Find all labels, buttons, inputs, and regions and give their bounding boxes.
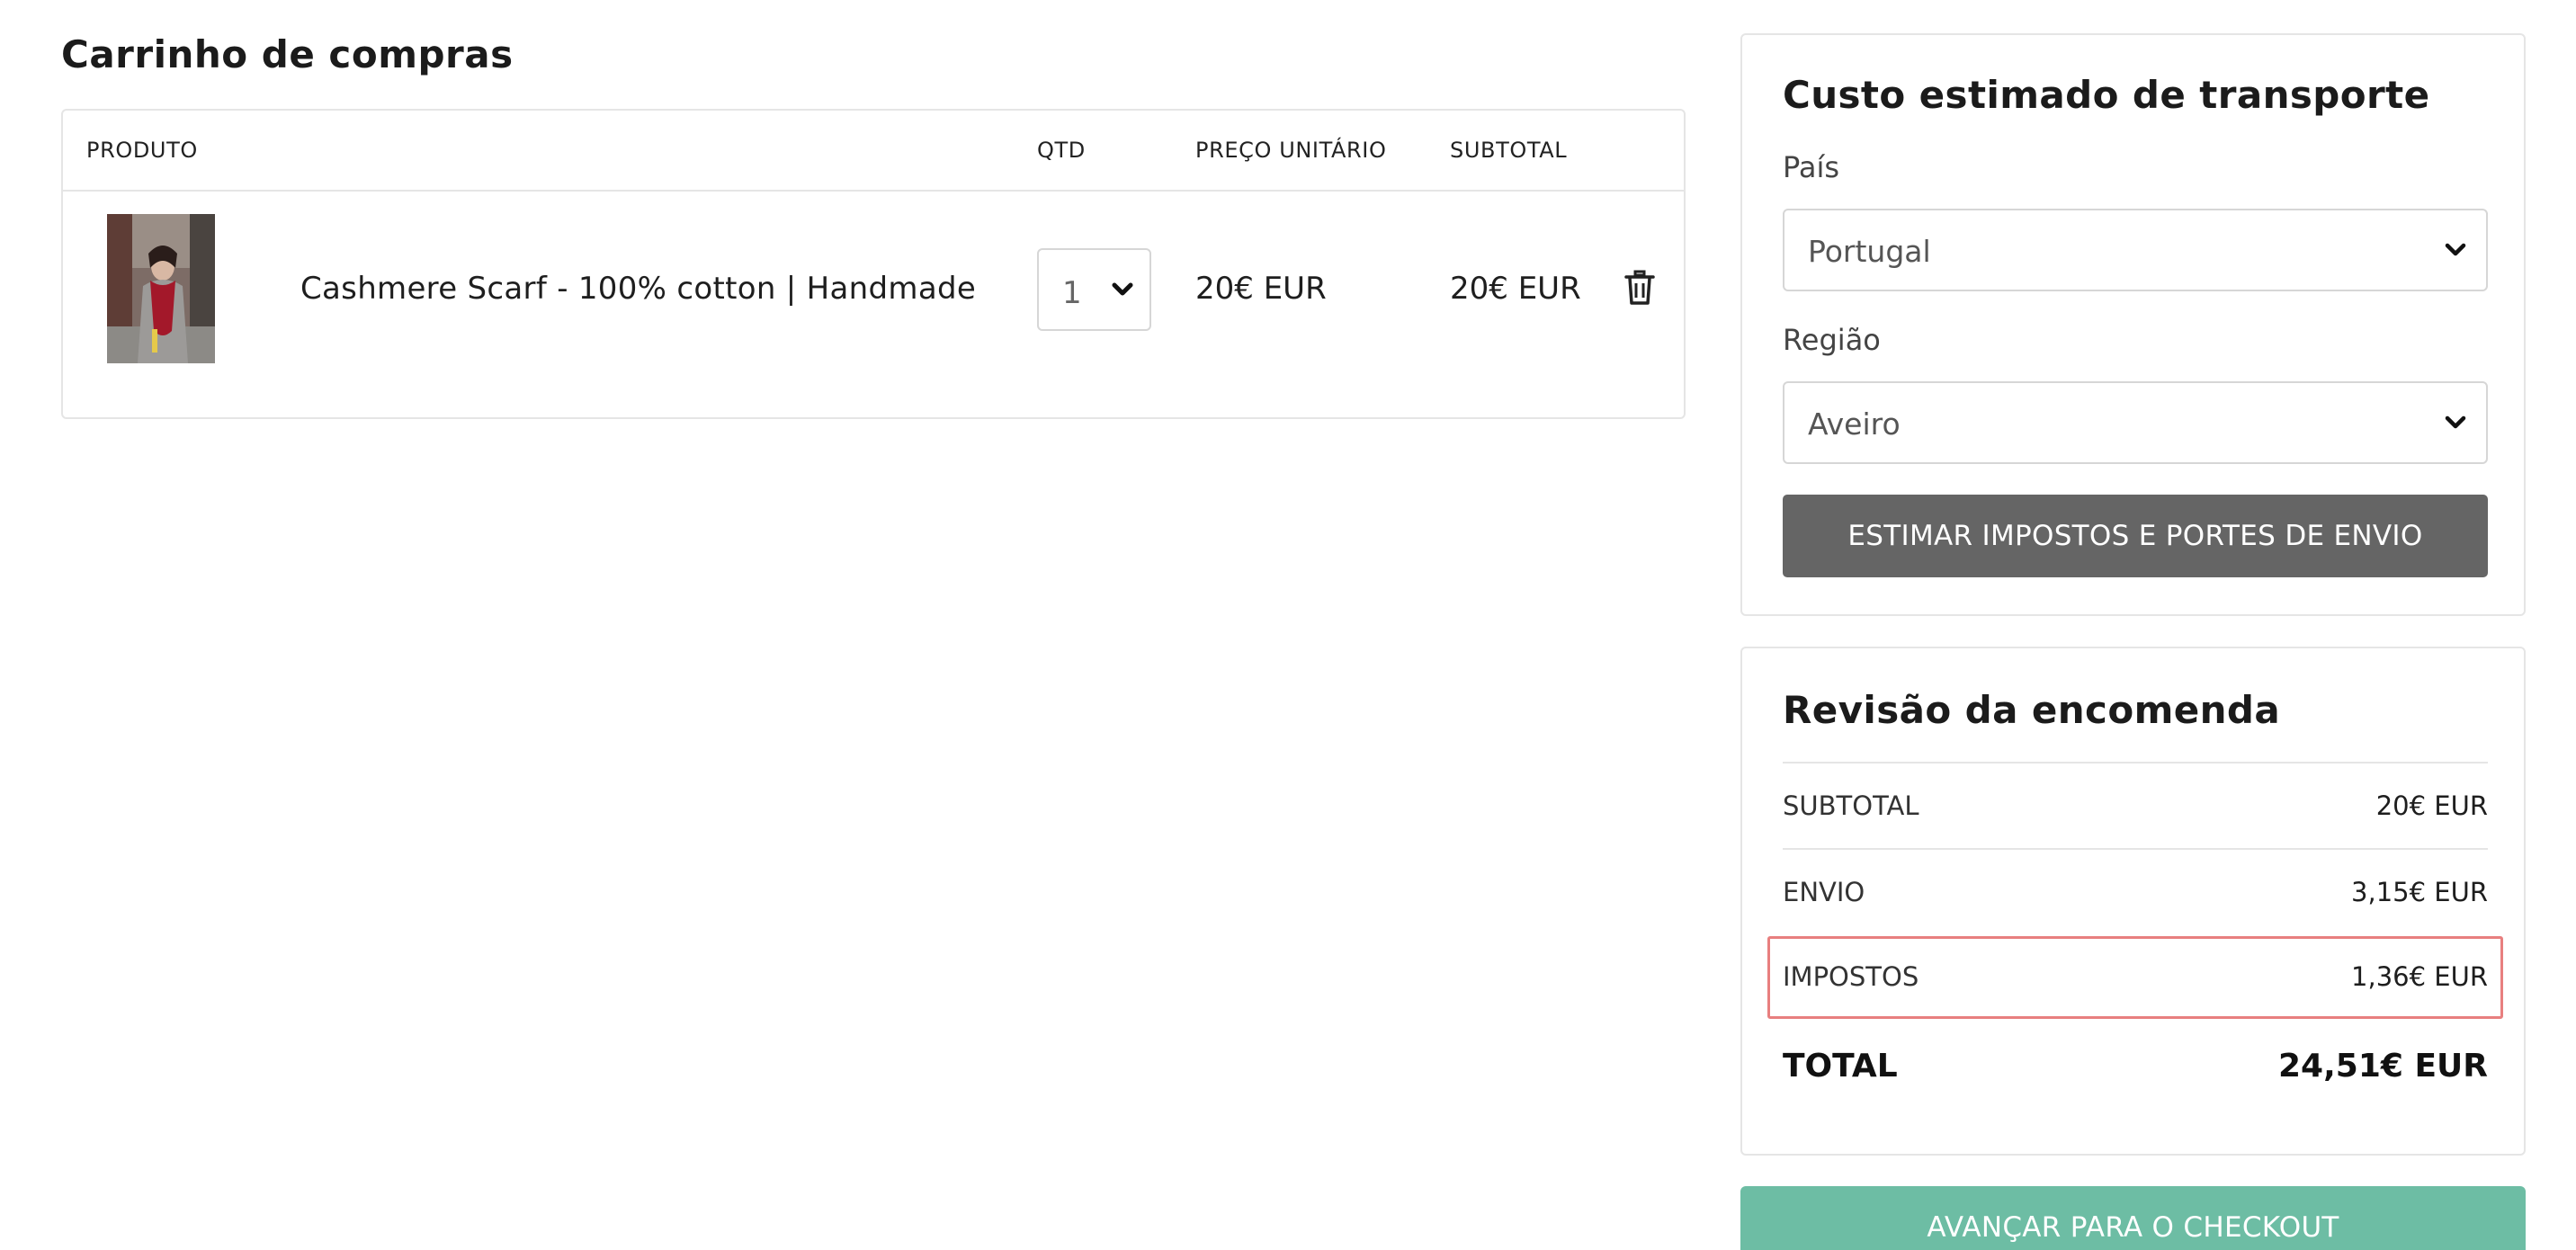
order-review-panel: Revisão da encomenda SUBTOTAL 20€ EUR EN…	[1740, 647, 2526, 1156]
review-row-subtotal: SUBTOTAL 20€ EUR	[1783, 762, 2488, 848]
taxes-highlight	[1767, 936, 2503, 1019]
chevron-down-icon	[1112, 282, 1133, 296]
total-value: 24,51€ EUR	[2278, 1048, 2488, 1085]
remove-item-button[interactable]	[1624, 270, 1655, 306]
review-row-total: TOTAL 24,51€ EUR	[1783, 1021, 2488, 1107]
product-name[interactable]: Cashmere Scarf - 100% cotton | Handmade	[300, 271, 976, 307]
region-select[interactable]: Aveiro	[1783, 381, 2488, 464]
review-label: ENVIO	[1783, 877, 1865, 907]
total-label: TOTAL	[1783, 1048, 1898, 1085]
review-value: 20€ EUR	[2375, 790, 2488, 821]
column-header-subtotal: SUBTOTAL	[1450, 138, 1568, 163]
order-review-title: Revisão da encomenda	[1783, 688, 2281, 732]
country-value: Portugal	[1808, 234, 1931, 269]
checkout-button[interactable]: AVANÇAR PARA O CHECKOUT	[1740, 1186, 2526, 1250]
country-select[interactable]: Portugal	[1783, 209, 2488, 291]
review-label: SUBTOTAL	[1783, 790, 1919, 821]
review-row-shipping: ENVIO 3,15€ EUR	[1783, 848, 2488, 934]
column-header-qty: QTD	[1037, 138, 1086, 163]
quantity-value: 1	[1062, 275, 1082, 311]
chevron-down-icon	[2445, 415, 2466, 429]
shipping-estimate-panel: Custo estimado de transporte País Portug…	[1740, 33, 2526, 616]
cart-table: PRODUTO QTD PREÇO UNITÁRIO SUBTOTAL Cash…	[61, 109, 1686, 419]
shipping-estimate-title: Custo estimado de transporte	[1783, 73, 2430, 117]
item-subtotal: 20€ EUR	[1450, 271, 1581, 307]
cart-title: Carrinho de compras	[61, 32, 514, 76]
column-header-product: PRODUTO	[86, 138, 198, 163]
column-header-unit-price: PREÇO UNITÁRIO	[1195, 138, 1387, 163]
country-label: País	[1783, 150, 1840, 184]
region-value: Aveiro	[1808, 406, 1901, 442]
chevron-down-icon	[2445, 243, 2466, 256]
product-photo-icon	[107, 214, 215, 363]
product-image[interactable]	[107, 214, 215, 363]
review-value: 3,15€ EUR	[2351, 877, 2488, 907]
unit-price: 20€ EUR	[1195, 271, 1327, 307]
cart-table-header: PRODUTO QTD PREÇO UNITÁRIO SUBTOTAL	[63, 111, 1684, 192]
shopping-cart-page: Carrinho de compras PRODUTO QTD PREÇO UN…	[0, 0, 2576, 1250]
quantity-select[interactable]: 1	[1037, 248, 1151, 331]
estimate-taxes-shipping-button[interactable]: ESTIMAR IMPOSTOS E PORTES DE ENVIO	[1783, 495, 2488, 577]
trash-icon	[1624, 270, 1655, 305]
region-label: Região	[1783, 323, 1881, 357]
